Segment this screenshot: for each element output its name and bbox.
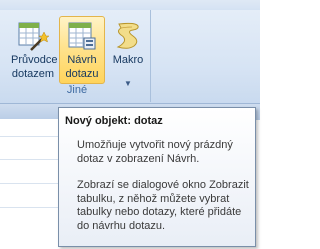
macro-icon	[116, 22, 139, 49]
query-design-icon	[68, 22, 96, 50]
macro-button[interactable]: Makro ▼	[108, 16, 148, 88]
tooltip-paragraph: Umožňuje vytvořit nový prázdný dotaz v z…	[77, 139, 233, 165]
query-design-label: Návrh dotazu	[65, 54, 99, 80]
ribbon: Průvodce dotazem Návrh dotazu Makro ▼ Ji…	[0, 10, 260, 103]
ribbon-group-other: Průvodce dotazem Návrh dotazu Makro ▼ Ji…	[4, 10, 151, 102]
tooltip-paragraph: Zobrazí se dialogové okno Zobrazit tabul…	[77, 179, 249, 232]
top-strip	[0, 0, 260, 10]
query-wizard-button[interactable]: Průvodce dotazem	[10, 16, 58, 84]
query-wizard-label: Průvodce dotazem	[11, 54, 58, 80]
query-design-button[interactable]: Návrh dotazu	[59, 16, 105, 84]
macro-label: Makro	[112, 54, 144, 66]
group-label: Jiné	[66, 84, 88, 96]
tooltip: Nový objekt: dotaz Umožňuje vytvořit nov…	[58, 107, 256, 247]
query-wizard-icon	[18, 22, 49, 51]
tooltip-title: Nový objekt: dotaz	[65, 115, 163, 127]
